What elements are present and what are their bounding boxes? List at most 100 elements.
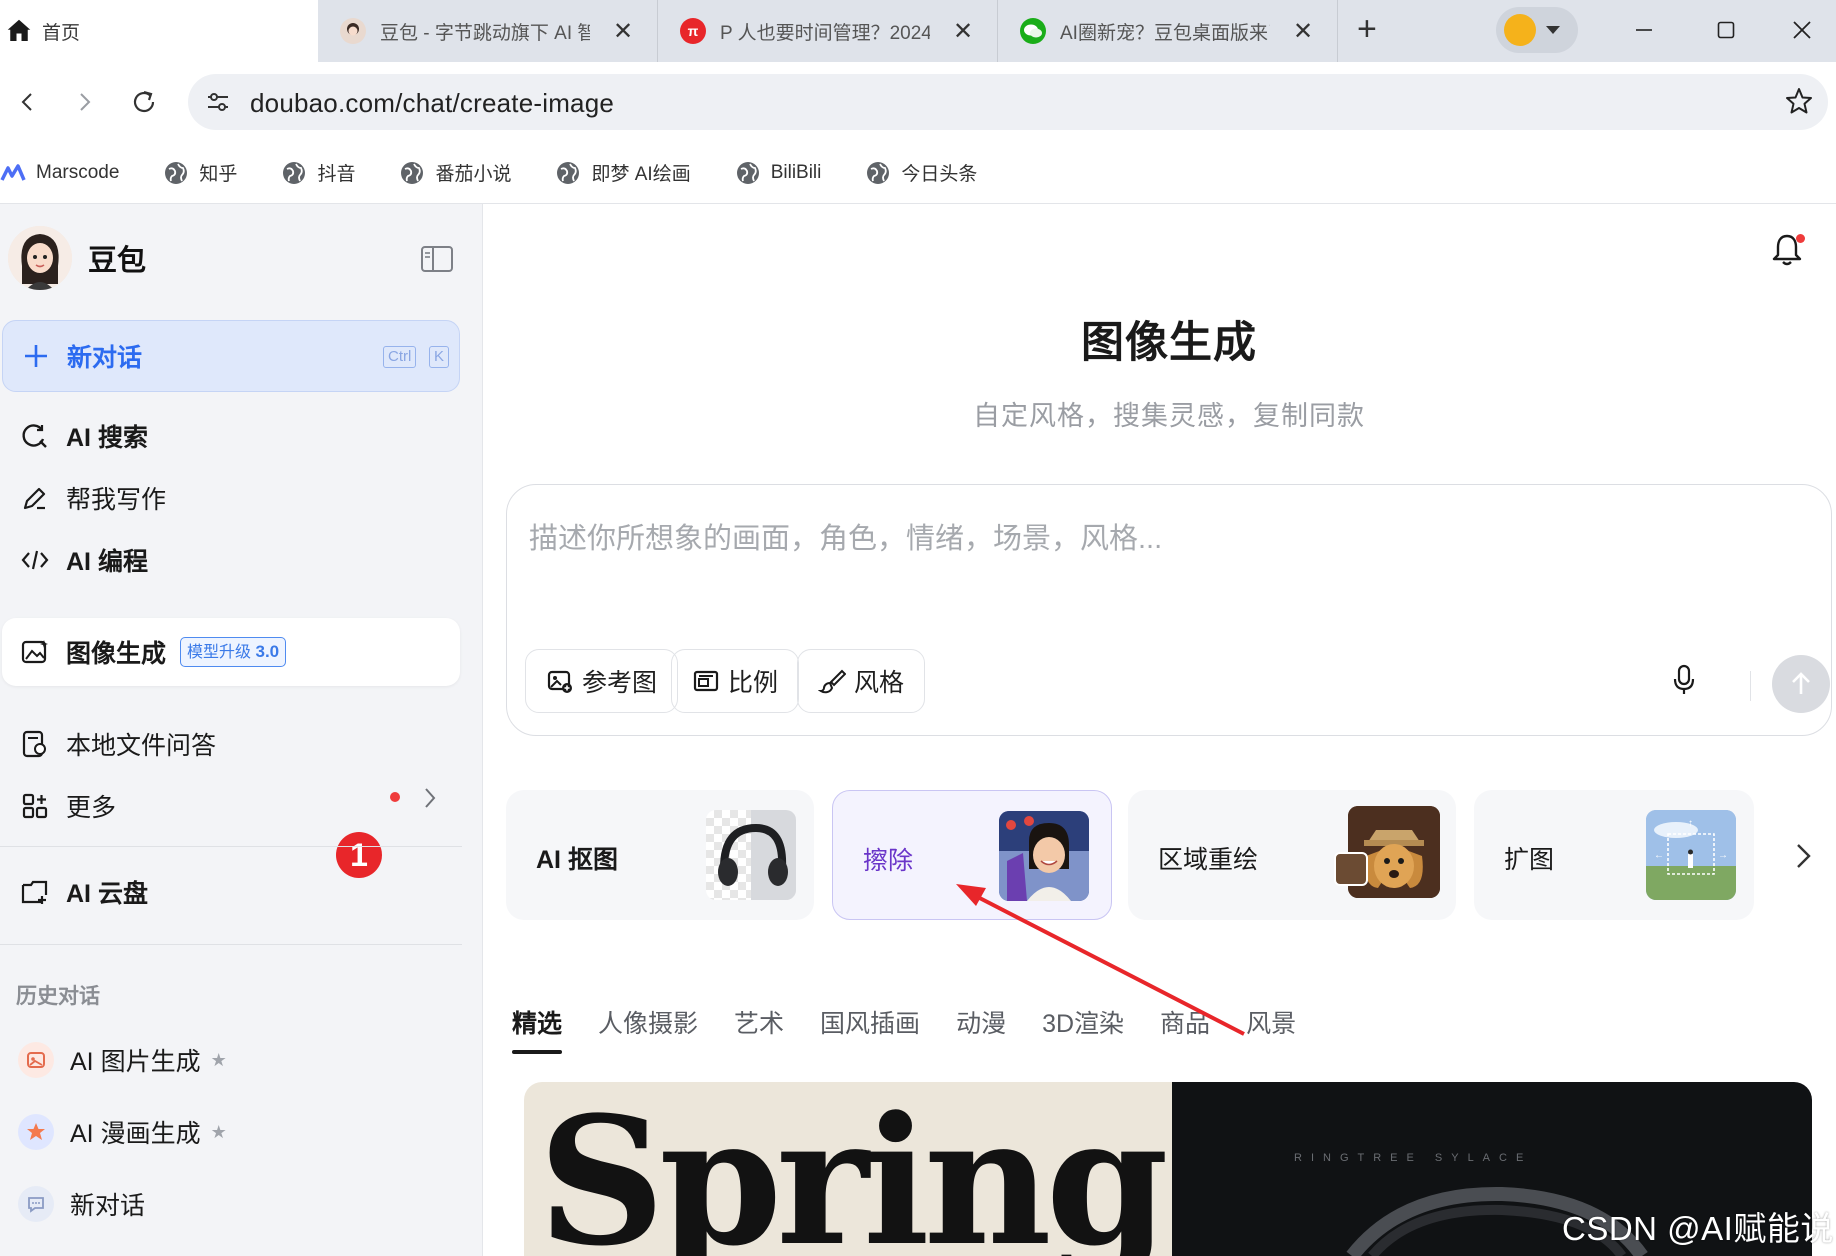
prompt-composer[interactable]: 描述你所想象的画面，角色，情绪，场景，风格... 参考图 比例 风格	[506, 484, 1832, 736]
arrow-left-icon	[21, 93, 32, 111]
bookmark-star-icon[interactable]	[1784, 86, 1814, 116]
arrow-right-icon	[80, 93, 91, 111]
tab-3d[interactable]: 3D渲染	[1042, 1004, 1124, 1054]
gallery-image-text: Spring	[538, 1082, 1169, 1256]
close-icon[interactable]: ✕	[610, 17, 636, 46]
sidebar-item-label: 图像生成	[66, 640, 167, 668]
tool-card-expand[interactable]: 扩图 ↑ ← →	[1474, 790, 1754, 920]
file-qa-icon	[20, 729, 50, 759]
tab-featured[interactable]: 精选	[512, 1004, 563, 1054]
tab-wechat[interactable]: AI圈新宠？豆包桌面版来了 ✕	[998, 0, 1338, 62]
brand[interactable]: 豆包	[8, 226, 146, 290]
svg-text:↑: ↑	[1688, 818, 1693, 829]
sidebar-item-cloud[interactable]: AI 云盘	[2, 858, 460, 926]
tab-anime[interactable]: 动漫	[956, 1004, 1006, 1054]
chevron-right-icon[interactable]	[420, 784, 440, 812]
close-icon[interactable]: ✕	[950, 17, 976, 46]
gallery-image[interactable]: Spring	[524, 1082, 1172, 1256]
tool-card-cutout[interactable]: AI 抠图	[506, 790, 814, 920]
sidebar-item-coding[interactable]: AI 编程	[2, 526, 460, 594]
ref-image-button[interactable]: 参考图	[525, 649, 679, 713]
history-item[interactable]: 新对话	[18, 1186, 145, 1222]
maximize-button[interactable]	[1686, 0, 1766, 60]
bookmark-label: 知乎	[199, 164, 238, 185]
bookmark-jimeng[interactable]: 即梦 AI绘画	[555, 159, 691, 186]
tool-card-repaint[interactable]: 区域重绘	[1128, 790, 1456, 920]
history-item[interactable]: AI 图片生成 ★	[18, 1042, 227, 1078]
profile-button[interactable]	[1496, 7, 1578, 53]
svg-text:→: →	[1718, 850, 1728, 861]
sidebar-item-file-qa[interactable]: 本地文件问答	[2, 710, 460, 778]
microphone-icon[interactable]	[1669, 663, 1699, 697]
history-label: 新对话	[70, 1192, 146, 1220]
tool-card-erase[interactable]: 擦除	[832, 790, 1112, 920]
bookmark-fanqie[interactable]: 番茄小说	[399, 159, 511, 186]
sidebar-item-more[interactable]: 更多	[2, 772, 460, 840]
main-content: 图像生成 自定风格，搜集灵感，复制同款 描述你所想象的画面，角色，情绪，场景，风…	[484, 204, 1836, 1256]
address-url: doubao.com/chat/create-image	[250, 88, 615, 118]
grid-icon	[20, 791, 50, 821]
tab-art[interactable]: 艺术	[734, 1004, 784, 1054]
sidebar-item-writing[interactable]: 帮我写作	[2, 464, 460, 532]
divider	[0, 846, 462, 847]
reload-icon	[133, 90, 155, 113]
sidebar-item-image-gen[interactable]: 图像生成 模型升级 3.0	[2, 618, 460, 686]
pin-icon: ★	[210, 1049, 227, 1070]
tab-portrait[interactable]: 人像摄影	[598, 1004, 698, 1054]
prompt-input[interactable]: 描述你所想象的画面，角色，情绪，场景，风格...	[529, 515, 1162, 557]
divider	[0, 944, 462, 945]
bookmark-bilibili[interactable]: BiliBili	[735, 160, 821, 186]
globe-icon	[736, 161, 759, 184]
bookmark-toutiao[interactable]: 今日头条	[865, 159, 977, 186]
sidebar-item-label: 本地文件问答	[66, 732, 217, 760]
divider	[1750, 671, 1751, 701]
sidebar-item-label: AI 搜索	[66, 424, 148, 452]
sidebar-item-label: 帮我写作	[66, 486, 167, 514]
ratio-button[interactable]: 比例	[671, 649, 800, 713]
brush-icon	[818, 667, 846, 695]
history-title: 历史对话	[16, 985, 100, 1008]
avatar	[8, 226, 72, 290]
send-button[interactable]	[1772, 655, 1830, 713]
forward-button[interactable]	[64, 82, 104, 122]
globe-icon	[401, 161, 424, 184]
tab-home[interactable]: 首页	[0, 0, 318, 62]
avatar	[1504, 14, 1536, 46]
globe-icon	[867, 161, 890, 184]
style-button[interactable]: 风格	[797, 649, 926, 713]
tab-doubao[interactable]: 豆包 - 字节跳动旗下 AI 智能助手 ✕	[318, 0, 658, 62]
new-tab-button[interactable]: +	[1357, 12, 1377, 46]
bookmark-label: 抖音	[317, 164, 356, 185]
site-settings-icon[interactable]	[204, 88, 232, 116]
window-close-button[interactable]	[1768, 0, 1836, 60]
bookmark-marscode[interactable]: Marscode	[0, 160, 119, 186]
close-icon[interactable]: ✕	[1290, 17, 1316, 46]
history-item[interactable]: AI 漫画生成 ★	[18, 1114, 227, 1150]
chevron-right-icon[interactable]	[1790, 840, 1818, 872]
back-button[interactable]	[8, 82, 48, 122]
marscode-icon	[0, 163, 26, 181]
sidebar-collapse-icon[interactable]	[420, 244, 454, 274]
search-refresh-icon	[20, 421, 50, 451]
new-chat-button[interactable]: 新对话 Ctrl K	[2, 320, 460, 392]
shortcut-key: K	[429, 346, 450, 368]
image-bot-icon	[18, 1042, 54, 1078]
sidebar-item-ai-search[interactable]: AI 搜索	[2, 402, 460, 470]
shortcut-key: Ctrl	[383, 346, 417, 368]
chip-label: 风格	[854, 669, 905, 697]
tab-guofeng[interactable]: 国风插画	[820, 1004, 920, 1054]
minimize-button[interactable]	[1604, 0, 1684, 60]
dog-small-thumb	[1334, 852, 1368, 886]
bookmark-douyin[interactable]: 抖音	[281, 159, 355, 186]
reload-button[interactable]	[124, 82, 164, 122]
home-icon	[7, 19, 31, 41]
address-input[interactable]: doubao.com/chat/create-image	[188, 74, 1828, 130]
tab-product[interactable]: 商品	[1160, 1004, 1210, 1054]
globe-icon	[165, 161, 188, 184]
tab-zhihu[interactable]: π P 人也要时间管理？2024 ✕	[658, 0, 998, 62]
chat-bubble-icon	[18, 1186, 54, 1222]
bookmark-zhihu[interactable]: 知乎	[163, 159, 237, 186]
tab-landscape[interactable]: 风景	[1246, 1004, 1296, 1054]
comic-bot-icon	[18, 1114, 54, 1150]
bookmark-label: 今日头条	[901, 164, 978, 185]
